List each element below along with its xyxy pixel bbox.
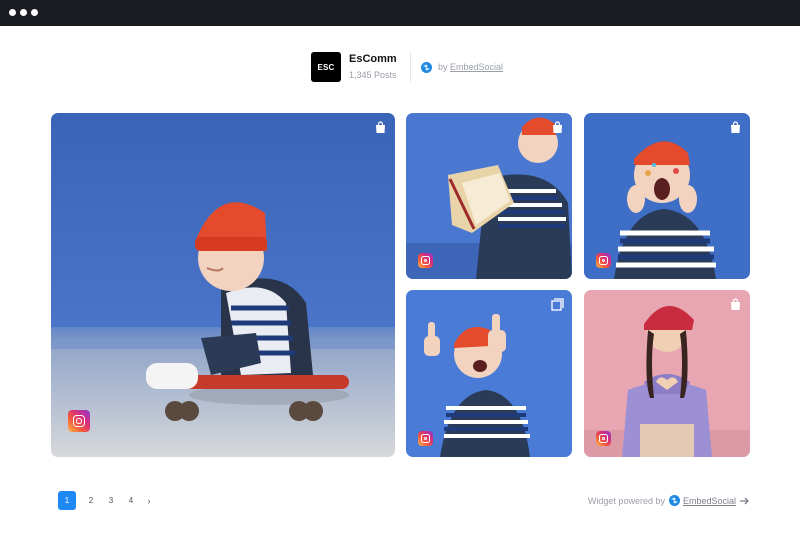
instagram-icon xyxy=(418,253,433,268)
feed-tile[interactable] xyxy=(406,290,572,457)
page-button[interactable]: 4 xyxy=(122,491,140,510)
post-image xyxy=(51,113,395,457)
next-page-button[interactable]: › xyxy=(142,491,156,510)
page-button[interactable]: 3 xyxy=(102,491,120,510)
window-control-dot[interactable] xyxy=(20,9,27,16)
by-prefix: by xyxy=(438,62,448,72)
shopping-bag-icon[interactable] xyxy=(551,121,564,134)
feed-tile[interactable] xyxy=(51,113,395,457)
window-control-dot[interactable] xyxy=(9,9,16,16)
window-control-dot[interactable] xyxy=(31,9,38,16)
feed-header: ESC EsComm 1,345 Posts by EmbedSocial xyxy=(0,52,800,84)
page-button[interactable]: 1 xyxy=(58,491,76,510)
shopping-bag-icon[interactable] xyxy=(374,121,387,134)
shopping-bag-icon[interactable] xyxy=(729,121,742,134)
browser-window: ESC EsComm 1,345 Posts by EmbedSocial 1 … xyxy=(0,0,800,534)
instagram-icon xyxy=(596,431,611,446)
profile-logo[interactable]: ESC xyxy=(311,52,341,82)
feed-tile[interactable] xyxy=(584,113,750,279)
page-button[interactable]: 2 xyxy=(82,491,100,510)
shopping-bag-icon[interactable] xyxy=(729,298,742,311)
arrow-right-icon[interactable] xyxy=(740,497,750,505)
embedsocial-icon xyxy=(668,495,680,506)
embedsocial-link[interactable]: EmbedSocial xyxy=(450,62,503,72)
profile-post-count: 1,345 Posts xyxy=(349,70,397,80)
header-divider xyxy=(410,52,411,82)
carousel-icon[interactable] xyxy=(551,298,564,311)
instagram-icon xyxy=(68,410,90,432)
by-attribution: by EmbedSocial xyxy=(438,62,503,72)
feed-tile[interactable] xyxy=(584,290,750,457)
profile-name[interactable]: EsComm xyxy=(349,53,397,65)
instagram-icon xyxy=(596,253,611,268)
embedsocial-link[interactable]: EmbedSocial xyxy=(683,496,736,506)
instagram-icon xyxy=(418,431,433,446)
window-titlebar xyxy=(0,0,800,26)
powered-by: Widget powered by EmbedSocial xyxy=(588,495,750,506)
powered-prefix: Widget powered by xyxy=(587,495,665,506)
pagination: 1 2 3 4 › xyxy=(58,491,156,510)
feed-tile[interactable] xyxy=(406,113,572,279)
embedsocial-icon xyxy=(421,62,432,73)
